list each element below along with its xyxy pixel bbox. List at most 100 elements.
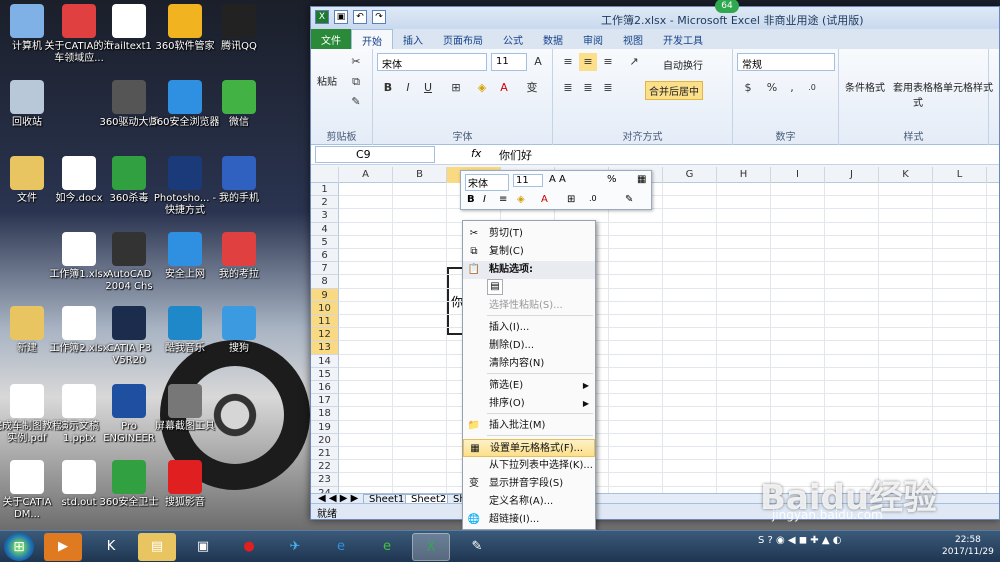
increase-decimal-icon[interactable]: .0 (803, 79, 821, 97)
align-top-icon[interactable]: ≡ (559, 53, 577, 71)
number-format-select[interactable]: 常规 (737, 53, 835, 71)
context-menu-item[interactable]: 定义名称(A)... (463, 493, 595, 511)
table-format-button[interactable]: 套用表格格式 (893, 79, 943, 109)
row-header[interactable]: 15 (311, 367, 339, 381)
desktop-icon[interactable]: 腾讯QQ (204, 4, 274, 53)
cell-style-button[interactable]: 单元格样式 (943, 79, 993, 94)
mini-format-painter-icon[interactable]: ✎ (625, 194, 633, 205)
fill-color-icon[interactable]: ◈ (473, 79, 491, 97)
align-left-icon[interactable]: ≣ (559, 79, 577, 97)
orientation-icon[interactable]: ↗ (625, 53, 643, 71)
align-right-icon[interactable]: ≣ (599, 79, 617, 97)
context-menu-item[interactable]: 变显示拼音字段(S) (463, 475, 595, 493)
taskbar-paint-icon[interactable]: ✎ (458, 533, 496, 561)
column-header[interactable]: H (717, 167, 771, 183)
merge-center-button[interactable]: 合并后居中 (645, 81, 703, 100)
row-header[interactable]: 21 (311, 447, 339, 461)
select-all-corner[interactable] (311, 167, 339, 183)
row-header[interactable]: 8 (311, 275, 339, 289)
fx-icon[interactable]: fx (471, 147, 481, 160)
row-header[interactable]: 5 (311, 235, 339, 249)
row-header[interactable]: 2 (311, 196, 339, 210)
column-header[interactable]: A (339, 167, 393, 183)
phonetic-icon[interactable]: 变 (523, 79, 541, 97)
row-header[interactable]: 3 (311, 209, 339, 223)
taskbar-tool-icon[interactable]: ▣ (184, 533, 222, 561)
taskbar-kuwo-icon[interactable]: K (92, 533, 130, 561)
wrap-text-button[interactable]: 自动换行 (663, 57, 703, 72)
name-box[interactable]: C9 (315, 146, 435, 163)
percent-icon[interactable]: % (763, 79, 781, 97)
mini-font-color-icon[interactable]: A (541, 194, 548, 205)
row-header[interactable]: 23 (311, 473, 339, 487)
taskbar-sogou-icon[interactable]: ✈ (276, 533, 314, 561)
align-middle-icon[interactable]: ≡ (579, 53, 597, 71)
desktop-icon[interactable]: 我的手机 (204, 156, 274, 205)
context-menu-item[interactable]: 从下拉列表中选择(K)... (463, 457, 595, 475)
align-center-icon[interactable]: ≣ (579, 79, 597, 97)
italic-button[interactable]: I (399, 79, 417, 97)
conditional-format-button[interactable]: 条件格式 (845, 79, 885, 94)
mini-fill-icon[interactable]: ◈ (517, 194, 525, 205)
context-menu-item[interactable]: 清除内容(N) (463, 355, 595, 373)
column-header[interactable]: B (393, 167, 447, 183)
column-header[interactable]: L (933, 167, 987, 183)
mini-grow-font-icon[interactable]: A A (549, 174, 566, 185)
desktop-icon[interactable]: 微信 (204, 80, 274, 129)
mini-align-icon[interactable]: ≡ (499, 194, 507, 205)
taskbar-sohu-icon[interactable]: ● (230, 533, 268, 561)
column-header[interactable]: G (663, 167, 717, 183)
ribbon-tab[interactable]: 插入 (393, 29, 433, 49)
formula-input[interactable]: 你们好 (499, 147, 532, 163)
ribbon-tab[interactable]: 审阅 (573, 29, 613, 49)
undo-icon[interactable]: ↶ (353, 10, 367, 24)
comma-icon[interactable]: , (783, 79, 801, 97)
ribbon-tab[interactable]: 公式 (493, 29, 533, 49)
font-size-select[interactable]: 11 (491, 53, 527, 71)
ribbon-tab[interactable]: 视图 (613, 29, 653, 49)
mini-decimal-icon[interactable]: .0 (589, 194, 597, 203)
ribbon-tab[interactable]: 开发工具 (653, 29, 713, 49)
context-menu-item[interactable]: ▦ 设置单元格格式(F)... (463, 439, 595, 457)
row-header[interactable]: 17 (311, 394, 339, 408)
context-menu-item[interactable]: 排序(O) ▶ (463, 395, 595, 413)
paste-option-icon[interactable]: ▤ (487, 279, 503, 295)
taskbar-360browser-icon[interactable]: e (368, 533, 406, 561)
paste-button[interactable]: 粘贴 (317, 73, 337, 88)
mini-bold-button[interactable]: B (467, 194, 475, 205)
mini-border-icon[interactable]: ⊞ (567, 194, 575, 205)
column-header[interactable]: I (771, 167, 825, 183)
bold-button[interactable]: B (379, 79, 397, 97)
mini-size-select[interactable]: 11 (513, 174, 543, 187)
row-header[interactable]: 1 (311, 183, 339, 197)
context-menu-item[interactable]: 筛选(E) ▶ (463, 377, 595, 395)
font-name-select[interactable]: 宋体 (377, 53, 487, 71)
context-menu-item[interactable]: ✂ 剪切(T) (463, 225, 595, 243)
row-header[interactable]: 10 (311, 301, 339, 315)
taskbar-explorer-icon[interactable]: ▤ (138, 533, 176, 561)
ribbon-tab[interactable]: 数据 (533, 29, 573, 49)
redo-icon[interactable]: ↷ (372, 10, 386, 24)
row-header[interactable]: 12 (311, 328, 339, 342)
mini-percent-icon[interactable]: % (607, 174, 617, 185)
mini-format-icon[interactable]: ▦ (637, 174, 646, 185)
context-menu-item[interactable]: 选择性粘贴(S)... (463, 297, 595, 315)
row-header[interactable]: 22 (311, 460, 339, 474)
align-bottom-icon[interactable]: ≡ (599, 53, 617, 71)
taskbar-browser-icon[interactable]: e (322, 533, 360, 561)
worksheet-grid[interactable]: ABCDEFGHIJKLM 12345678910111213141516171… (311, 167, 999, 493)
ribbon-tab[interactable]: 开始 (351, 29, 393, 49)
desktop-icon[interactable]: 搜狗 (204, 306, 274, 355)
column-header[interactable]: M (987, 167, 999, 183)
copy-icon[interactable]: ⧉ (347, 73, 365, 91)
save-icon[interactable]: ▣ (334, 10, 348, 24)
row-header[interactable]: 18 (311, 407, 339, 421)
desktop-icon[interactable]: 搜狐影音 (150, 460, 220, 509)
grow-font-icon[interactable]: A (529, 53, 547, 71)
ribbon-tab[interactable]: 文件 (311, 29, 351, 49)
mini-font-select[interactable]: 宋体 (465, 174, 509, 191)
start-button[interactable]: ⊞ (4, 533, 34, 561)
desktop-icon[interactable]: 屏幕截图工具 (150, 384, 220, 433)
border-icon[interactable]: ⊞ (447, 79, 465, 97)
format-painter-icon[interactable]: ✎ (347, 93, 365, 111)
